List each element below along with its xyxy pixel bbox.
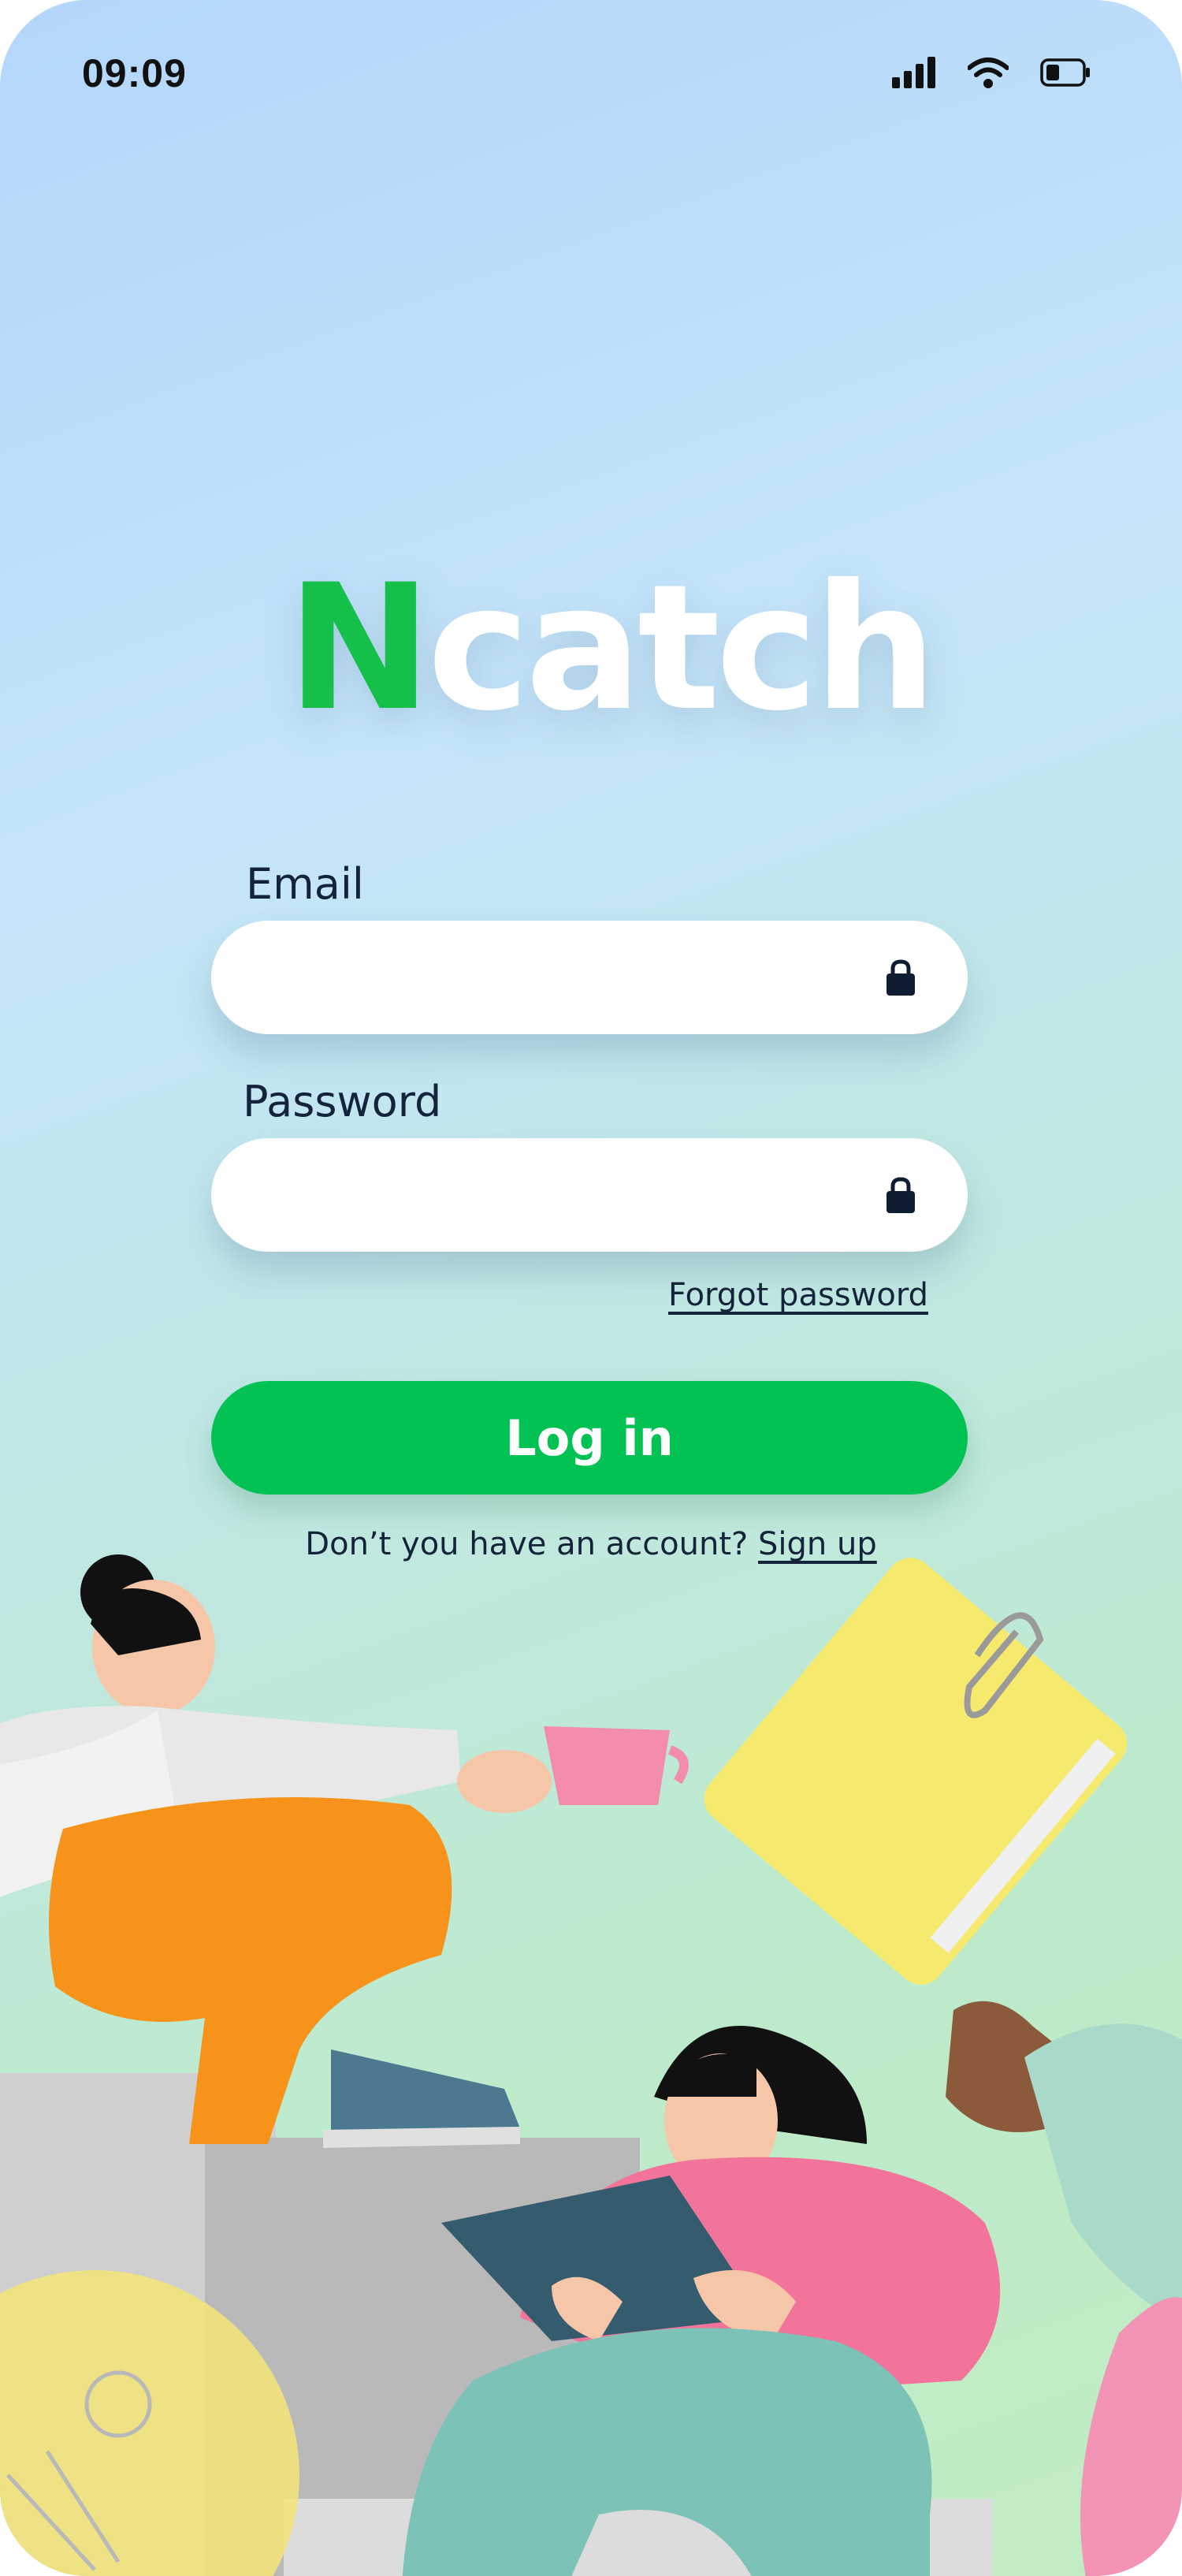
email-field-container <box>211 921 968 1036</box>
wifi-icon <box>968 58 1009 88</box>
status-icons <box>892 57 1091 88</box>
logo-part-n: N <box>287 547 432 749</box>
login-button[interactable]: Log in <box>211 1381 968 1495</box>
app-logo: Ncatch <box>287 561 937 735</box>
forgot-password-link[interactable]: Forgot password <box>668 1277 928 1313</box>
password-field-container <box>211 1138 968 1253</box>
lock-icon <box>886 959 915 996</box>
email-label: Email <box>246 859 364 909</box>
password-label: Password <box>243 1077 442 1126</box>
signal-icon <box>892 57 935 88</box>
login-screen: 09:09 Ncatch Email Password Forgot passw… <box>0 0 1182 2576</box>
people-illustration <box>0 1554 1182 2576</box>
password-field[interactable] <box>251 1138 868 1253</box>
lock-icon <box>886 1177 915 1213</box>
battery-icon <box>1040 58 1090 87</box>
email-field[interactable] <box>251 921 868 1036</box>
logo-part-catch: catch <box>427 547 937 749</box>
status-time: 09:09 <box>82 51 187 95</box>
